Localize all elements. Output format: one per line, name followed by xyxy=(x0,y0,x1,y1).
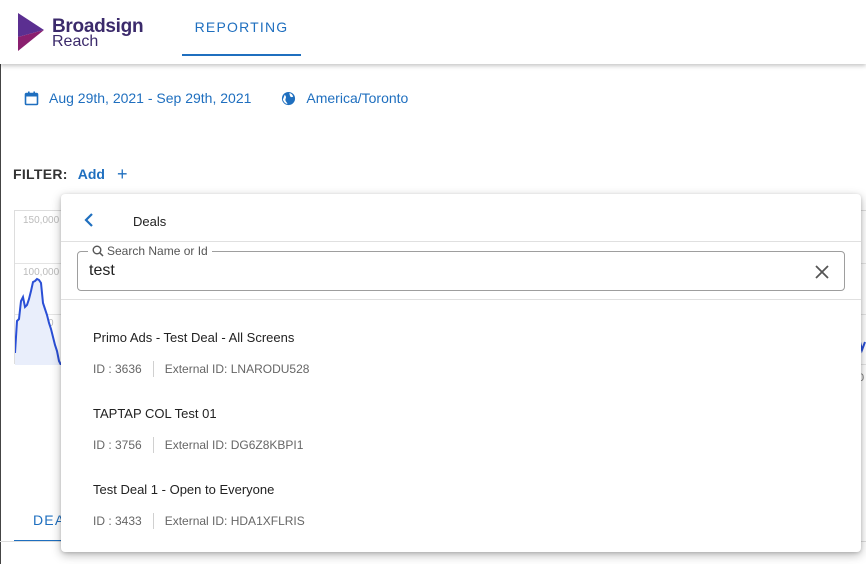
page-left-border xyxy=(0,64,1,564)
app-header: Broadsign Reach REPORTING xyxy=(0,0,866,64)
tab-reporting[interactable]: REPORTING xyxy=(182,0,301,56)
filter-label: FILTER: xyxy=(13,166,68,182)
search-label: Search Name or Id xyxy=(88,244,212,258)
deal-meta: ID : 3433 External ID: HDA1XFLRIS xyxy=(93,513,305,529)
close-icon xyxy=(815,265,829,279)
chevron-left-icon xyxy=(84,213,93,227)
meta-separator xyxy=(152,361,154,377)
filter-add-button[interactable]: Add xyxy=(78,166,105,182)
back-button[interactable] xyxy=(79,210,99,230)
deal-external-id: External ID: DG6Z8KBPI1 xyxy=(164,438,304,452)
meta-separator xyxy=(152,437,154,453)
popover-divider xyxy=(61,299,861,300)
list-item[interactable]: Primo Ads - Test Deal - All Screens ID :… xyxy=(61,320,861,396)
filter-bar: FILTER: Add + xyxy=(13,165,128,183)
calendar-icon xyxy=(24,91,39,105)
broadsign-reach-logo[interactable]: Broadsign Reach xyxy=(17,13,144,53)
popover-title: Deals xyxy=(133,214,167,229)
deal-id: ID : 3756 xyxy=(93,438,142,452)
popover-header: Deals xyxy=(61,194,861,242)
list-item[interactable]: TAPTAP COL Test 01 ID : 3756 External ID… xyxy=(61,396,861,472)
plus-icon[interactable]: + xyxy=(117,165,128,183)
deal-name: Primo Ads - Test Deal - All Screens xyxy=(93,330,295,345)
list-item[interactable]: Test Deal 1 - Open to Everyone ID : 3433… xyxy=(61,472,861,548)
clear-search-button[interactable] xyxy=(812,262,832,282)
search-field[interactable]: Search Name or Id xyxy=(77,244,845,291)
report-meta: Aug 29th, 2021 - Sep 29th, 2021 America/… xyxy=(24,88,408,108)
logo-sub: Reach xyxy=(52,33,99,50)
deal-id: ID : 3433 xyxy=(93,514,142,528)
date-range-selector[interactable]: Aug 29th, 2021 - Sep 29th, 2021 xyxy=(24,90,251,106)
search-icon xyxy=(92,245,104,257)
deal-external-id: External ID: LNARODU528 xyxy=(164,362,310,376)
deal-results-list: Primo Ads - Test Deal - All Screens ID :… xyxy=(61,320,861,548)
search-label-text: Search Name or Id xyxy=(107,244,208,258)
timezone-text: America/Toronto xyxy=(306,90,409,106)
deal-name: TAPTAP COL Test 01 xyxy=(93,406,217,421)
deal-external-id: External ID: HDA1XFLRIS xyxy=(164,514,305,528)
date-range-text: Aug 29th, 2021 - Sep 29th, 2021 xyxy=(49,90,252,106)
deal-name: Test Deal 1 - Open to Everyone xyxy=(93,482,275,497)
deal-meta: ID : 3756 External ID: DG6Z8KBPI1 xyxy=(93,437,303,453)
meta-separator xyxy=(152,513,154,529)
deal-id: ID : 3636 xyxy=(93,362,142,376)
timezone-selector[interactable]: America/Toronto xyxy=(281,90,408,106)
deal-meta: ID : 3636 External ID: LNARODU528 xyxy=(93,361,309,377)
globe-icon xyxy=(282,91,296,105)
search-input[interactable] xyxy=(89,260,789,282)
deals-filter-popover: Deals Search Name or Id Primo Ads - Test… xyxy=(61,194,861,552)
logo-mark-icon xyxy=(18,13,44,51)
